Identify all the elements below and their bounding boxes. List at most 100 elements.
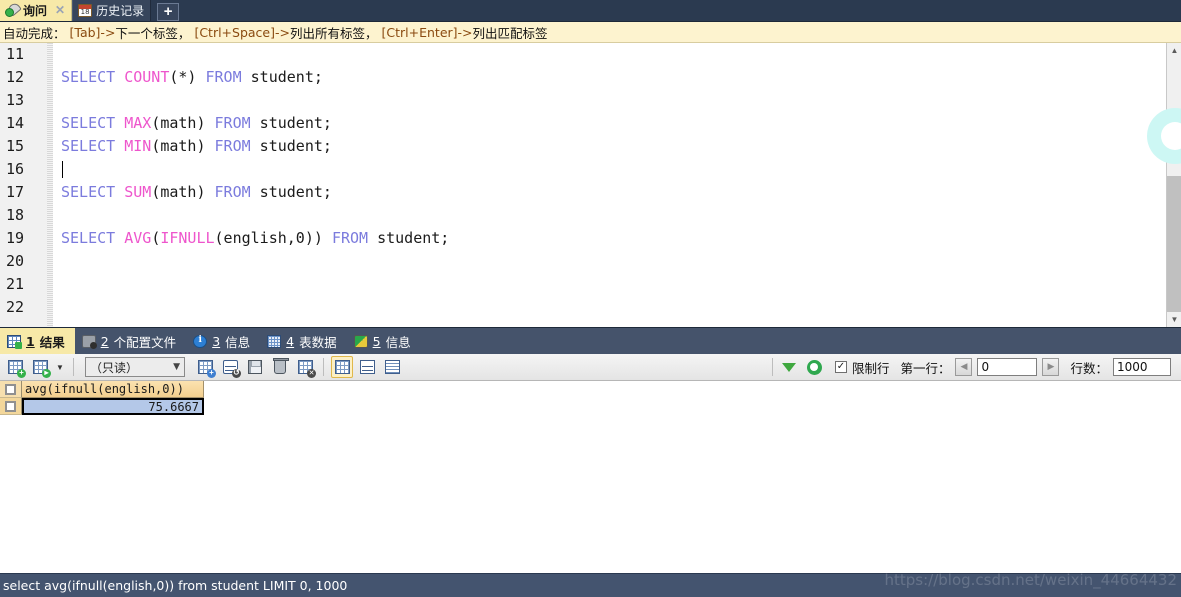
scroll-up-icon[interactable]: ▲	[1167, 43, 1181, 58]
delete-record-icon[interactable]	[269, 356, 291, 378]
code-text: SELECT AVG(IFNULL(english,0)) FROM stude…	[47, 227, 449, 250]
first-row-input[interactable]: 0	[977, 358, 1038, 376]
hint-key-tab: [Tab]->	[69, 24, 116, 40]
scrollbar-thumb[interactable]	[1167, 176, 1181, 312]
code-token: SELECT	[61, 137, 116, 155]
result-tab-label: 结果	[39, 334, 65, 350]
scroll-down-icon[interactable]: ▼	[1167, 312, 1181, 327]
result-tab-label: 表数据	[299, 334, 337, 350]
code-line[interactable]: 21	[0, 273, 1166, 296]
info-icon	[193, 334, 208, 348]
table-data-icon	[267, 334, 282, 348]
text-caret	[62, 161, 63, 178]
code-line[interactable]: 14 SELECT MAX(math) FROM student;	[0, 112, 1166, 135]
code-line[interactable]: 20	[0, 250, 1166, 273]
result-tab-信息[interactable]: 5 信息	[347, 328, 421, 354]
first-row-prev-icon[interactable]: ◀	[955, 358, 973, 376]
grid-view-icon[interactable]	[331, 356, 353, 378]
code-lines[interactable]: 11 12 SELECT COUNT(*) FROM student; 13 14 SEL…	[0, 43, 1166, 327]
grid-corner-selector[interactable]	[0, 381, 22, 398]
stop-changes-icon[interactable]: ▸	[29, 356, 51, 378]
code-token: (	[151, 229, 161, 247]
code-token: SELECT	[61, 114, 116, 132]
result-tab-label: 信息	[225, 334, 251, 350]
select-all-box-icon	[5, 383, 16, 395]
save-record-icon[interactable]	[244, 356, 266, 378]
code-line[interactable]: 11	[0, 43, 1166, 66]
table-row[interactable]: 75.6667	[0, 398, 1181, 415]
result-tab-bar: 1结果2个配置文件3信息4表数据5信息	[0, 327, 1181, 354]
add-record-icon[interactable]: +	[194, 356, 216, 378]
code-token: student;	[241, 68, 323, 86]
autocomplete-hint-bar: 自动完成： [Tab]-> 下一个标签， [Ctrl+Space]-> 列出所有…	[0, 22, 1181, 43]
result-tab-信息[interactable]: 3信息	[186, 328, 260, 354]
code-line[interactable]: 12 SELECT COUNT(*) FROM student;	[0, 66, 1166, 89]
first-row-next-icon[interactable]: ▶	[1042, 358, 1060, 376]
result-tab-number: 3	[212, 333, 221, 349]
close-icon[interactable]: ✕	[55, 3, 65, 17]
line-number: 17	[6, 183, 25, 201]
code-line[interactable]: 16	[0, 158, 1166, 181]
add-tab-button[interactable]: +	[157, 3, 180, 21]
code-token: student;	[250, 183, 332, 201]
result-tab-个配置文件[interactable]: 2 个配置文件	[75, 328, 186, 354]
hint-key-ctrlspace: [Ctrl+Space]->	[194, 24, 290, 40]
toolbar-dropdown-arrow-icon[interactable]: ▼	[54, 356, 66, 378]
column-header-avg[interactable]: avg(ifnull(english,0))	[22, 381, 204, 398]
cell-avg-value[interactable]: 75.6667	[22, 398, 204, 415]
code-line[interactable]: 13	[0, 89, 1166, 112]
code-line[interactable]: 22	[0, 296, 1166, 319]
code-token: SELECT	[61, 183, 116, 201]
code-line[interactable]: 17 SELECT SUM(math) FROM student;	[0, 181, 1166, 204]
line-number: 12	[6, 68, 25, 86]
code-token: FROM	[214, 137, 251, 155]
code-token: SUM	[124, 183, 152, 201]
code-text: SELECT MIN(math) FROM student;	[47, 135, 332, 158]
code-token: student;	[250, 137, 332, 155]
result-tab-number: 1	[26, 333, 35, 349]
grid-header-row: avg(ifnull(english,0))	[0, 381, 1181, 398]
status-bar: select avg(ifnull(english,0)) from stude…	[0, 573, 1181, 597]
toolbar-divider-3	[771, 358, 773, 376]
text-view-icon[interactable]	[381, 356, 403, 378]
editor-vertical-scrollbar[interactable]: ▲ ▼	[1166, 43, 1181, 327]
code-token: MIN	[124, 137, 152, 155]
sql-code-editor[interactable]: 11 12 SELECT COUNT(*) FROM student; 13 14 SEL…	[0, 43, 1181, 327]
profile-icon	[81, 334, 97, 349]
form-view-icon[interactable]	[356, 356, 378, 378]
code-line[interactable]: 18	[0, 204, 1166, 227]
code-token: (*)	[169, 68, 206, 86]
line-number: 19	[6, 229, 25, 247]
code-line[interactable]: 19 SELECT AVG(IFNULL(english,0)) FROM stu…	[0, 227, 1166, 250]
code-text	[47, 158, 63, 181]
result-tab-label: 个配置文件	[113, 334, 177, 350]
result-tab-number: 2	[100, 333, 109, 349]
readonly-mode-value: （只读）	[90, 360, 139, 375]
code-token: FROM	[214, 183, 251, 201]
readonly-mode-select[interactable]: （只读） ▼	[85, 357, 185, 377]
refresh-record-icon[interactable]: ↺	[219, 356, 241, 378]
filter-funnel-icon[interactable]	[781, 362, 796, 387]
code-token: SELECT	[61, 68, 116, 86]
result-tab-表数据[interactable]: 4 表数据	[260, 328, 346, 354]
discard-changes-icon[interactable]: ✕	[294, 356, 316, 378]
code-token: (math)	[151, 137, 215, 155]
result-grid[interactable]: avg(ifnull(english,0)) 75.6667	[0, 381, 1181, 573]
apply-changes-icon[interactable]: +	[4, 356, 26, 378]
hint-prefix: 自动完成：	[3, 25, 66, 41]
refresh-icon[interactable]	[806, 359, 822, 375]
limit-rows-checkbox[interactable]: ✓	[834, 361, 847, 373]
tab-query[interactable]: 询问 ✕	[0, 0, 73, 21]
row-select-box-icon	[5, 400, 16, 412]
result-grid-icon	[7, 334, 22, 349]
row-count-input[interactable]: 1000	[1113, 358, 1171, 376]
row-selector[interactable]	[0, 398, 22, 415]
code-token: COUNT	[124, 68, 170, 86]
tab-history[interactable]: 历史记录	[72, 0, 152, 21]
calendar-icon	[78, 3, 93, 17]
code-line[interactable]: 15 SELECT MIN(math) FROM student;	[0, 135, 1166, 158]
result-tab-结果[interactable]: 1 结果	[0, 328, 75, 354]
code-token: (english,0))	[214, 229, 332, 247]
